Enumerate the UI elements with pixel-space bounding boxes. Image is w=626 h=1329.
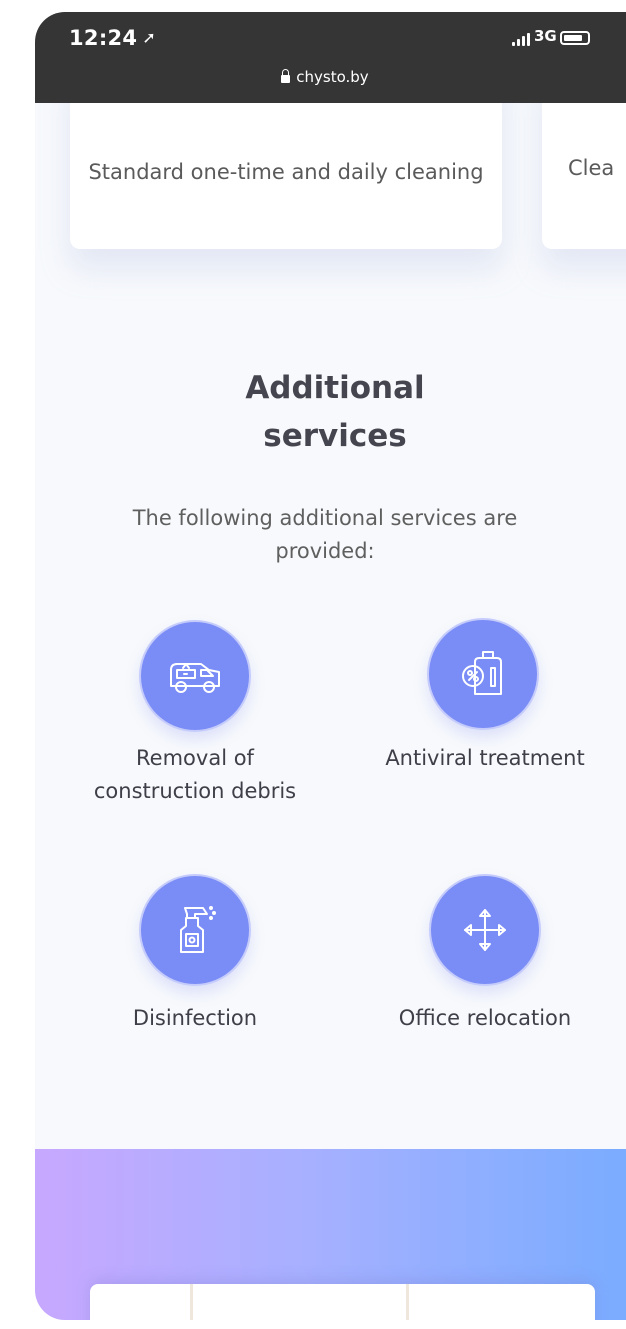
service-label: Office relocation — [398, 1006, 572, 1030]
status-time-text: 12:24 — [69, 26, 138, 50]
network-type: 3G — [534, 27, 557, 45]
phone-screen: Standard one-time and daily cleaning Cle… — [35, 12, 626, 1320]
truck-icon — [170, 663, 220, 693]
spray-bottle-icon — [180, 906, 216, 953]
card-divider — [406, 1284, 409, 1320]
service-label-text: Removal of construction debris — [93, 746, 297, 803]
section-title: Additional services — [35, 364, 626, 460]
status-bar: 12:24 ➚ 3G chysto.by — [35, 12, 626, 103]
service-icon-circle[interactable] — [431, 876, 539, 984]
service-label: Removal of construction debris — [75, 742, 315, 808]
antiviral-canister-icon — [462, 651, 502, 695]
card-divider — [190, 1284, 193, 1320]
service-card-text: Standard one-time and daily cleaning — [88, 160, 484, 184]
service-card-text: Clea — [568, 156, 615, 180]
url-text: chysto.by — [296, 68, 369, 86]
section-subtitle: The following additional services are pr… — [132, 506, 518, 563]
lock-icon — [281, 69, 291, 83]
service-label: Antiviral treatment — [385, 746, 585, 770]
service-label: Disinfection — [132, 1006, 258, 1030]
service-icon-circle[interactable] — [429, 620, 537, 728]
location-arrow-icon: ➚ — [142, 28, 157, 47]
service-icon-circle[interactable] — [141, 876, 249, 984]
signal-icon — [512, 32, 530, 46]
section-title-text: Additional services — [245, 370, 425, 454]
gradient-section-card[interactable] — [90, 1284, 595, 1320]
battery-icon — [560, 31, 590, 45]
move-arrows-icon — [464, 909, 506, 951]
service-icon-circle[interactable] — [141, 622, 249, 730]
address-bar[interactable]: chysto.by — [35, 68, 615, 86]
status-time: 12:24 ➚ — [69, 26, 156, 50]
